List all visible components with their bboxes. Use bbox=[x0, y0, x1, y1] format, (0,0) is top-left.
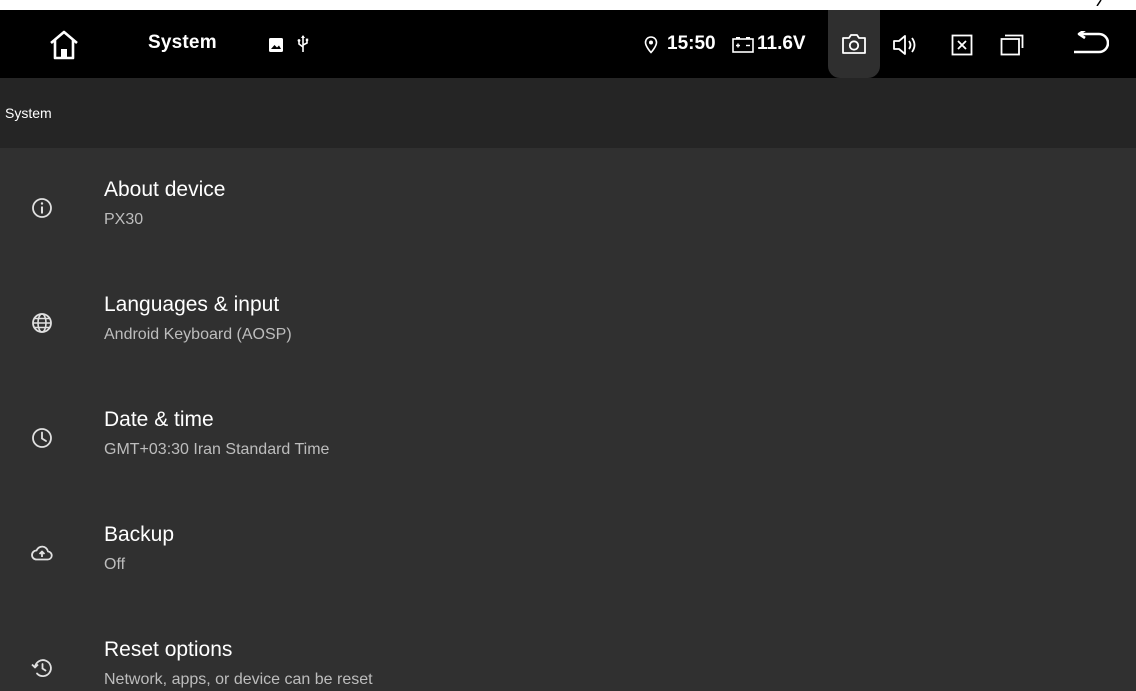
corner-mark bbox=[1096, 0, 1102, 6]
section-header: System bbox=[0, 78, 1136, 148]
setting-item-date-time[interactable]: Date & time GMT+03:30 Iran Standard Time bbox=[0, 378, 1136, 493]
location-indicator bbox=[643, 35, 659, 55]
section-title: System bbox=[5, 105, 52, 121]
setting-subtitle: Android Keyboard (AOSP) bbox=[104, 326, 292, 343]
setting-subtitle: Off bbox=[104, 556, 126, 573]
settings-screen: System 15:50 11.6V System About device P… bbox=[0, 0, 1136, 691]
usb-icon bbox=[297, 35, 309, 52]
setting-item-backup[interactable]: Backup Off bbox=[0, 493, 1136, 608]
recent-apps-icon bbox=[1000, 34, 1024, 56]
usb-notification bbox=[296, 34, 310, 54]
battery-indicator bbox=[731, 36, 755, 54]
setting-item-languages-input[interactable]: Languages & input Android Keyboard (AOSP… bbox=[0, 263, 1136, 378]
status-bar: System 15:50 11.6V bbox=[0, 10, 1136, 78]
clock-icon bbox=[32, 428, 52, 448]
status-time: 15:50 bbox=[667, 33, 716, 54]
restore-icon bbox=[31, 659, 52, 678]
camera-icon bbox=[842, 34, 866, 54]
setting-title: Reset options bbox=[104, 638, 233, 661]
location-icon bbox=[644, 36, 658, 54]
setting-subtitle: PX30 bbox=[104, 211, 144, 228]
close-app-button[interactable] bbox=[944, 27, 980, 63]
cloud-backup-icon bbox=[31, 545, 53, 561]
setting-item-reset-options[interactable]: Reset options Network, apps, or device c… bbox=[0, 608, 1136, 691]
volume-button[interactable] bbox=[887, 27, 923, 63]
setting-title: Date & time bbox=[104, 408, 214, 431]
recent-apps-button[interactable] bbox=[994, 27, 1030, 63]
status-voltage: 11.6V bbox=[757, 33, 806, 54]
top-edge bbox=[0, 0, 1136, 10]
setting-subtitle: Network, apps, or device can be reset bbox=[104, 671, 373, 688]
setting-subtitle: GMT+03:30 Iran Standard Time bbox=[104, 441, 330, 458]
settings-list: About device PX30 Languages & input Andr… bbox=[0, 148, 1136, 691]
car-battery-icon bbox=[732, 37, 754, 53]
setting-item-about-device[interactable]: About device PX30 bbox=[0, 148, 1136, 263]
setting-title: Languages & input bbox=[104, 293, 280, 316]
image-icon bbox=[269, 38, 283, 52]
close-window-icon bbox=[951, 34, 973, 56]
globe-icon bbox=[32, 313, 52, 333]
screenshot-button[interactable] bbox=[828, 10, 880, 78]
back-icon bbox=[1074, 31, 1109, 54]
info-icon bbox=[32, 198, 52, 218]
setting-title: About device bbox=[104, 178, 226, 201]
home-icon bbox=[50, 30, 78, 60]
home-button[interactable] bbox=[44, 28, 84, 62]
volume-icon bbox=[893, 35, 916, 55]
image-notification bbox=[268, 37, 284, 53]
setting-title: Backup bbox=[104, 523, 175, 546]
back-button[interactable] bbox=[1068, 27, 1112, 63]
status-title: System bbox=[148, 32, 217, 53]
